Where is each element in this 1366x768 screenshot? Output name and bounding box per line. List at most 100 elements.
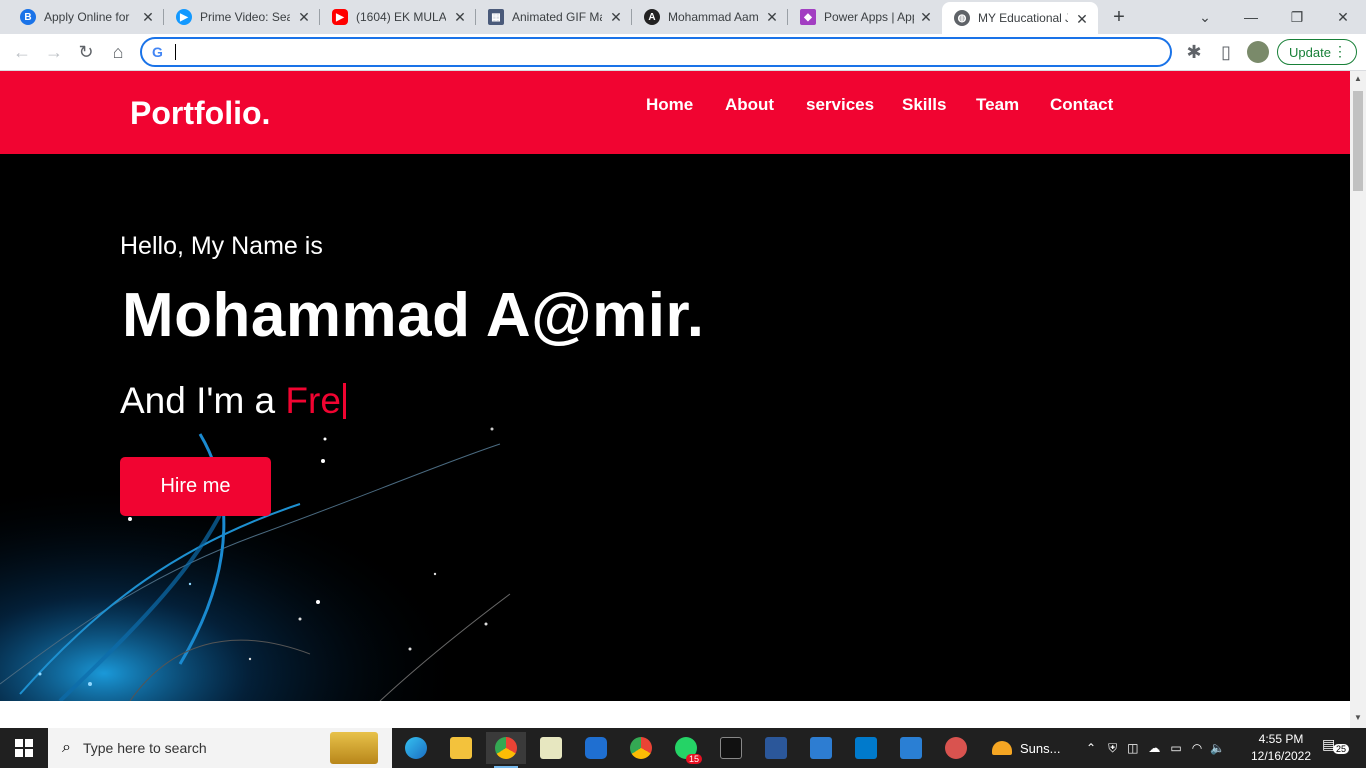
tab-strip: B Apply Online for ✕ ▶ Prime Video: Sear… bbox=[0, 0, 1366, 34]
back-arrow-icon[interactable]: ← bbox=[10, 40, 34, 64]
file-explorer-app[interactable] bbox=[441, 732, 481, 764]
scroll-down-icon[interactable]: ▼ bbox=[1354, 713, 1362, 722]
security-app[interactable] bbox=[576, 732, 616, 764]
meet-icon[interactable]: ◫ bbox=[1127, 741, 1138, 755]
home-icon[interactable]: ⌂ bbox=[106, 40, 130, 64]
search-highlight-image bbox=[330, 732, 378, 764]
start-button[interactable] bbox=[0, 728, 48, 768]
role-prefix: And I'm a bbox=[120, 380, 286, 421]
media-app[interactable] bbox=[801, 732, 841, 764]
avengers-icon: A bbox=[644, 9, 660, 25]
close-icon[interactable]: ✕ bbox=[764, 9, 780, 25]
chevron-up-icon[interactable]: ⌃ bbox=[1086, 741, 1096, 755]
terminal-app[interactable] bbox=[711, 732, 751, 764]
terminal-icon bbox=[720, 737, 742, 759]
tab-mohammad[interactable]: A Mohammad Aam ✕ bbox=[632, 0, 788, 34]
chrome-icon bbox=[495, 737, 517, 759]
maximize-button[interactable]: ❐ bbox=[1274, 0, 1320, 34]
tab-title: Apply Online for bbox=[44, 10, 130, 24]
whatsapp-app[interactable]: 15 bbox=[666, 732, 706, 764]
address-bar[interactable]: G bbox=[140, 37, 1172, 67]
reload-icon[interactable]: ↻ bbox=[74, 40, 98, 64]
avatar bbox=[1247, 41, 1269, 63]
text-caret bbox=[175, 44, 176, 60]
tab-title: Power Apps | App bbox=[824, 10, 914, 24]
sun-icon bbox=[992, 741, 1012, 755]
weather-text: Suns... bbox=[1020, 740, 1061, 756]
tab-title: Animated GIF Ma bbox=[512, 10, 602, 24]
tab-gif-maker[interactable]: ▦ Animated GIF Ma ✕ bbox=[476, 0, 632, 34]
photos-icon bbox=[900, 737, 922, 759]
update-label: Update bbox=[1289, 44, 1331, 60]
forward-arrow-icon[interactable]: → bbox=[42, 40, 66, 64]
battery-icon[interactable]: ▭ bbox=[1170, 741, 1181, 755]
tab-search-chevron-icon[interactable]: ⌄ bbox=[1182, 0, 1228, 34]
hero-section: Hello, My Name is Mohammad A@mir. And I'… bbox=[0, 154, 1350, 701]
system-tray: ⌃ ⛨ ◫ ☁ ▭ ◠ 🔈 bbox=[1086, 728, 1225, 768]
tab-title: MY Educational J bbox=[978, 11, 1068, 25]
minimize-button[interactable]: — bbox=[1228, 0, 1274, 34]
tab-power-apps[interactable]: ◆ Power Apps | App ✕ bbox=[788, 0, 942, 34]
extensions-puzzle-icon[interactable]: ✱ bbox=[1182, 40, 1206, 64]
tab-title: Mohammad Aam bbox=[668, 10, 758, 24]
tab-educational-active[interactable]: ◍ MY Educational J ✕ bbox=[942, 2, 1098, 34]
notification-count: 25 bbox=[1333, 744, 1350, 754]
vscode-app[interactable] bbox=[846, 732, 886, 764]
close-icon[interactable]: ✕ bbox=[296, 9, 312, 25]
site-navbar: Portfolio. Home About services Skills Te… bbox=[0, 71, 1350, 154]
media-player-icon bbox=[810, 737, 832, 759]
paint-app[interactable] bbox=[936, 732, 976, 764]
search-icon: ⌕ bbox=[62, 739, 71, 756]
page-scrollbar[interactable]: ▲ ▼ bbox=[1350, 71, 1366, 728]
tab-prime-video[interactable]: ▶ Prime Video: Sear ✕ bbox=[164, 0, 320, 34]
profile-avatar[interactable] bbox=[1246, 40, 1270, 64]
gif-maker-icon: ▦ bbox=[488, 9, 504, 25]
side-panel-icon[interactable]: ▯ bbox=[1214, 40, 1238, 64]
hero-greeting: Hello, My Name is bbox=[120, 232, 323, 260]
onedrive-cloud-icon[interactable]: ☁ bbox=[1148, 741, 1160, 755]
taskbar-search[interactable]: ⌕ Type here to search bbox=[48, 728, 392, 768]
close-icon[interactable]: ✕ bbox=[452, 9, 468, 25]
browser-toolbar: ← → ↻ ⌂ G ✱ ▯ Update ⋮ bbox=[0, 34, 1366, 71]
scrollbar-thumb[interactable] bbox=[1353, 91, 1363, 191]
nav-contact[interactable]: Contact bbox=[1050, 95, 1113, 115]
tab-apply-online[interactable]: B Apply Online for ✕ bbox=[8, 0, 164, 34]
close-icon[interactable]: ✕ bbox=[608, 9, 624, 25]
photos-app[interactable] bbox=[891, 732, 931, 764]
notification-center[interactable]: ▤ 25 bbox=[1322, 736, 1352, 760]
sheet-app[interactable] bbox=[531, 732, 571, 764]
close-icon[interactable]: ✕ bbox=[140, 9, 156, 25]
chrome-profile-app[interactable] bbox=[621, 732, 661, 764]
hero-name: Mohammad A@mir. bbox=[122, 281, 705, 350]
defender-icon[interactable]: ⛨ bbox=[1108, 741, 1117, 756]
folder-icon bbox=[450, 737, 472, 759]
scroll-up-icon[interactable]: ▲ bbox=[1354, 74, 1362, 83]
update-button[interactable]: Update ⋮ bbox=[1277, 39, 1357, 65]
nav-skills[interactable]: Skills bbox=[902, 95, 946, 115]
chrome-app[interactable] bbox=[486, 732, 526, 768]
address-input[interactable] bbox=[174, 42, 1154, 62]
nav-services[interactable]: services bbox=[806, 95, 874, 115]
site-logo[interactable]: Portfolio. bbox=[130, 95, 270, 132]
weather-widget[interactable]: Suns... bbox=[992, 728, 1060, 768]
word-icon bbox=[765, 737, 787, 759]
google-icon: G bbox=[152, 44, 163, 60]
nav-about[interactable]: About bbox=[725, 95, 774, 115]
close-icon[interactable]: ✕ bbox=[918, 9, 934, 25]
hire-me-button[interactable]: Hire me bbox=[120, 457, 271, 516]
volume-icon[interactable]: 🔈 bbox=[1210, 741, 1225, 755]
new-tab-button[interactable]: + bbox=[1108, 6, 1130, 28]
nav-team[interactable]: Team bbox=[976, 95, 1019, 115]
edge-app[interactable] bbox=[396, 732, 436, 764]
menu-dots-icon[interactable]: ⋮ bbox=[1333, 43, 1347, 60]
wifi-icon[interactable]: ◠ bbox=[1192, 741, 1202, 755]
windows-taskbar: ⌕ Type here to search 15 Suns... ⌃ ⛨ ◫ ☁… bbox=[0, 728, 1366, 768]
close-window-button[interactable]: ✕ bbox=[1320, 0, 1366, 34]
vscode-icon bbox=[855, 737, 877, 759]
prime-video-icon: ▶ bbox=[176, 9, 192, 25]
clock[interactable]: 4:55 PM 12/16/2022 bbox=[1246, 731, 1316, 765]
word-app[interactable] bbox=[756, 732, 796, 764]
close-icon[interactable]: ✕ bbox=[1074, 11, 1090, 27]
tab-youtube[interactable]: ▶ (1604) EK MULAQ ✕ bbox=[320, 0, 476, 34]
nav-home[interactable]: Home bbox=[646, 95, 693, 115]
